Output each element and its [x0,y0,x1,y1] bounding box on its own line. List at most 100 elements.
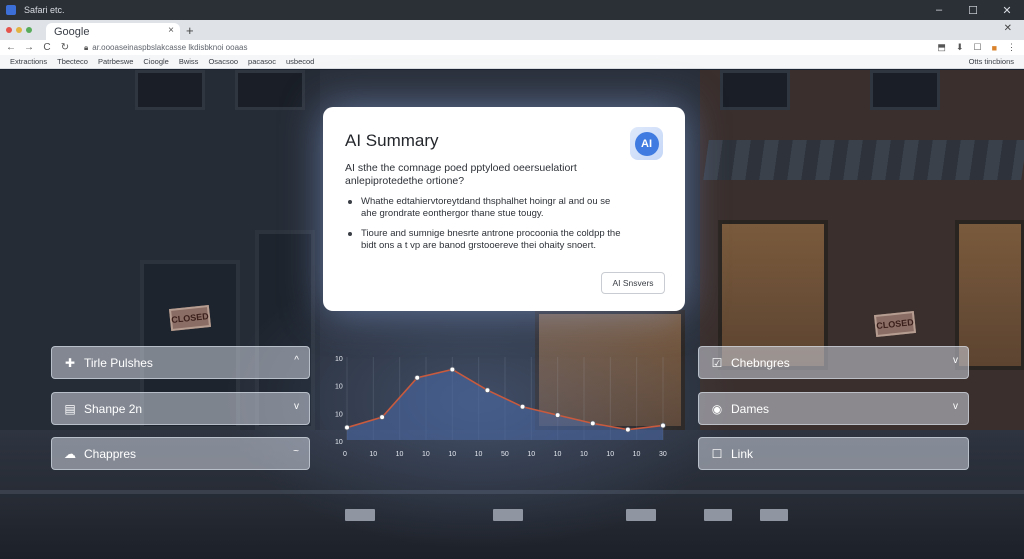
back-icon[interactable]: ← [4,42,18,53]
chevron-up-icon[interactable]: ^ [294,355,299,366]
wave-icon[interactable]: ~ [293,446,299,457]
download-icon[interactable]: ⬇ [956,42,964,53]
panel-link[interactable]: ☐ Link [698,437,969,470]
x-tick-label: 0 [343,451,347,458]
panel-shanpe[interactable]: ▤ Shanpe 2n v [51,392,310,425]
cloud-icon: ☁ [64,446,76,461]
panel-label: Dames [731,401,770,416]
panel-label: Shanpe 2n [84,401,143,416]
bookmark-item[interactable]: Bwiss [179,57,199,66]
step-marker [345,509,375,521]
bookmark-item[interactable]: usbecod [286,57,314,66]
bookmark-item[interactable]: Patrbeswe [98,57,133,66]
tab-menu-icon[interactable]: ✕ [1004,23,1012,34]
tab-google[interactable]: Google × [46,23,180,40]
reload-icon[interactable]: C [40,42,54,53]
step-marker [493,509,523,521]
bookmark-item[interactable]: Extractions [10,57,47,66]
ai-summary-question: AI sthe the comnage poed pptyloed oeersu… [345,162,577,187]
window-controls: – ☐ ✕ [922,0,1024,20]
panel-chappres[interactable]: ☁ Chappres ~ [51,437,310,470]
profile-icon[interactable]: ■ [992,43,997,53]
panel-chebngres[interactable]: ☑ Chebngres v [698,346,969,379]
bookmark-item[interactable]: Osacsoo [208,57,238,66]
panel-label: Chebngres [731,355,790,370]
line-chart: 10 10 10 10 0 10 10 10 10 10 50 10 10 10 10 10 30 [333,347,678,462]
x-tick-label: 30 [659,451,667,458]
document-icon: ▤ [64,401,76,416]
y-tick-label: 10 [335,411,343,418]
step-marker [626,509,656,521]
ai-answers-button[interactable]: AI Snsvers [601,272,665,294]
chevron-down-icon[interactable]: v [953,401,958,412]
chart-point [379,414,385,420]
bookmark-item[interactable]: Cioogle [143,57,168,66]
bookmark-item[interactable]: pacasoc [248,57,276,66]
toolbar-right: ⬒ ⬇ ☐ ■ ⋮ [937,40,1016,55]
y-tick-label: 10 [335,356,343,363]
step-marker [760,509,788,521]
menu-icon[interactable]: ⋮ [1007,42,1016,53]
x-tick-label: 10 [448,451,456,458]
address-input[interactable]: ar.oooaseinaspbslakcasse lkdisbknoi ooaa… [92,43,247,52]
step-marker [704,509,732,521]
new-tab-button[interactable]: + [186,23,194,38]
x-tick-label: 10 [633,451,641,458]
x-tick-label: 10 [606,451,614,458]
awning [703,140,1024,180]
chart-point [484,387,491,393]
close-window-button[interactable]: ✕ [990,0,1024,20]
minimize-button[interactable]: – [922,0,956,20]
window-title: Safari etc. [24,5,65,15]
app-icon [6,5,16,15]
ai-badge-label: AI [634,131,659,156]
closed-sign: CLOSED [873,310,917,338]
traffic-lights [6,27,32,33]
ai-summary-bullet: Whathe edtahiervtoreytdand thsphalhet ho… [345,196,625,220]
x-tick-label: 10 [422,451,430,458]
extension-icon[interactable]: ☐ [973,42,981,53]
x-tick-label: 50 [501,451,509,458]
chart-point [344,424,350,431]
x-tick-label: 10 [396,451,404,458]
x-tick-label: 10 [554,451,562,458]
chart-point [554,412,561,418]
tab-close-icon[interactable]: × [168,25,174,36]
ai-summary-title: AI Summary [345,131,439,150]
x-tick-label: 10 [475,451,483,458]
panel-tirle-pulshes[interactable]: ✚ Tirle Pulshes ^ [51,346,310,379]
tab-label: Google [54,25,90,38]
yellow-dot-icon[interactable] [16,27,22,33]
panel-dames[interactable]: ◉ Dames v [698,392,969,425]
chart-point [449,366,456,373]
panel-label: Chappres [84,446,137,461]
ai-badge-icon: AI [630,127,663,160]
green-dot-icon[interactable] [26,27,32,33]
bookmark-item[interactable]: Tbecteco [57,57,88,66]
line-chart-svg: 101010100 10 10 10 10 10 50 10 10 10 10 10 30 [335,356,667,458]
red-dot-icon[interactable] [6,27,12,33]
chart-point [625,426,631,433]
chart-point [519,403,526,410]
window-shape [720,70,790,110]
y-tick-label: 10 [335,384,343,391]
panel-label: Tirle Pulshes [84,355,153,370]
other-bookmarks[interactable]: Otts tincbions [969,57,1014,66]
maximize-button[interactable]: ☐ [956,0,990,20]
window-shape [235,70,305,110]
ai-summary-bullets: Whathe edtahiervtoreytdand thsphalhet ho… [345,196,625,260]
checklist-icon: ☑ [711,355,723,370]
forward-icon[interactable]: → [22,42,36,53]
chevron-down-icon[interactable]: v [294,401,299,412]
window-shape [135,70,205,110]
panel-label: Link [731,446,754,461]
chevron-down-icon[interactable]: v [953,355,958,366]
refresh-icon[interactable]: ↻ [58,42,72,53]
tab-strip: Google × + ✕ [0,20,1024,40]
chart-point [589,420,596,427]
closed-sign: CLOSED [168,304,212,332]
x-tick-label: 10 [580,451,588,458]
ai-summary-bullet: Tioure and sumnige bnesrte antrone proco… [345,228,625,252]
ai-summary-card: AI Summary AI AI sthe the comnage poed p… [323,107,685,311]
share-icon[interactable]: ⬒ [937,42,946,53]
